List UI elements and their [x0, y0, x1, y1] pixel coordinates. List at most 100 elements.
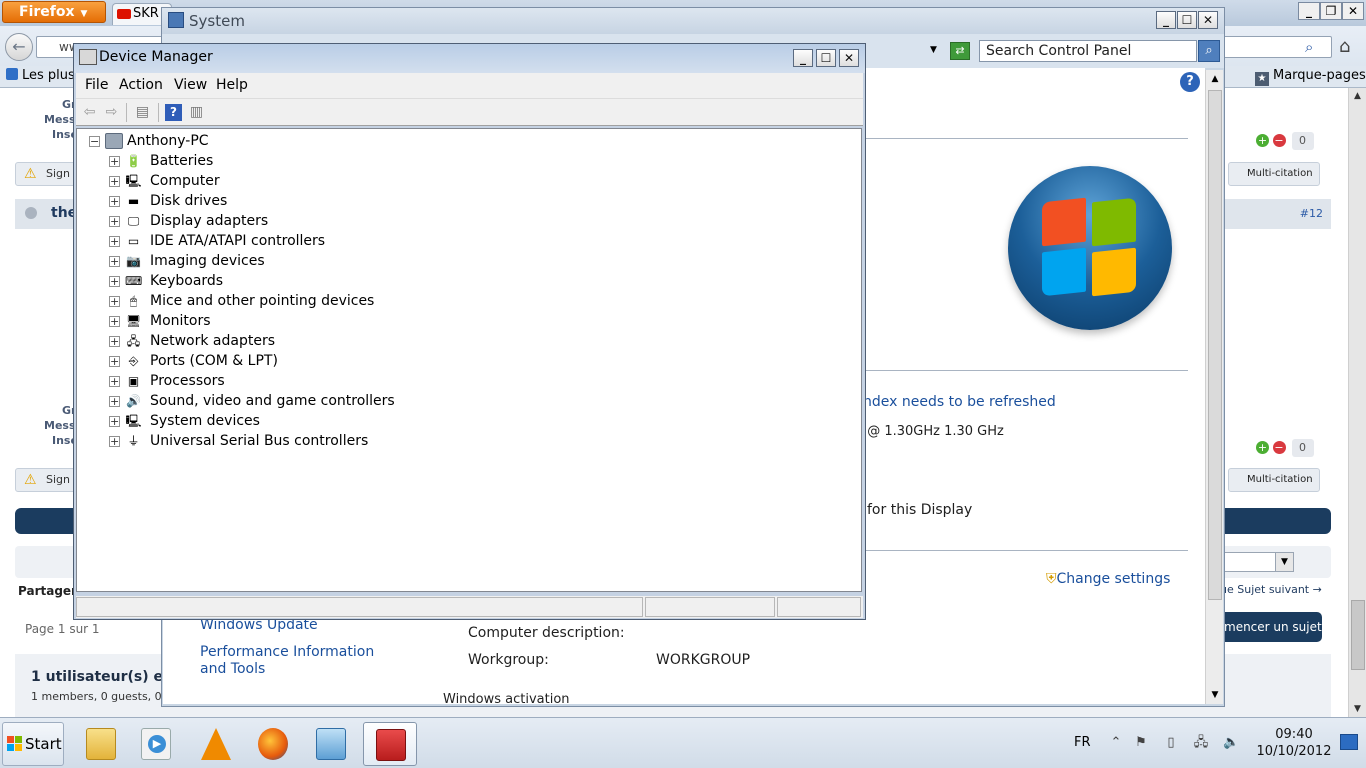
scroll-up-icon[interactable]: ▲ — [1207, 71, 1223, 87]
search-icon[interactable]: ⌕ — [1198, 40, 1220, 62]
reputation-widget: + −0 — [1256, 439, 1314, 457]
firefox-menu-button[interactable]: Firefox ▼ — [2, 1, 106, 23]
menu-help[interactable]: Help — [216, 77, 248, 93]
workgroup-value: WORKGROUP — [656, 652, 751, 668]
media-player-icon[interactable]: ▶ — [129, 722, 183, 766]
home-icon[interactable]: ⌂ — [1339, 36, 1350, 57]
back-arrow-icon: ← — [12, 37, 26, 56]
network-icon[interactable]: 🖧 — [1193, 735, 1209, 751]
menu-action[interactable]: Action — [119, 77, 163, 93]
performance-info-link[interactable]: Performance Information and Tools — [200, 644, 390, 678]
expand-icon[interactable]: + — [109, 236, 120, 247]
menu-file[interactable]: File — [85, 77, 108, 93]
control-panel-icon[interactable] — [304, 722, 358, 766]
jump-select[interactable]: ▼ — [1220, 552, 1294, 572]
multi-quote-button[interactable]: Multi-citation — [1228, 162, 1320, 186]
refresh-icon[interactable]: ⇄ — [950, 42, 970, 60]
volume-icon[interactable]: 🔈 — [1223, 735, 1239, 751]
forward-arrow-icon[interactable]: ⇨ — [103, 104, 120, 121]
scroll-up-icon[interactable]: ▲ — [1349, 88, 1366, 105]
start-button[interactable]: Start — [2, 722, 64, 766]
expand-icon[interactable]: + — [109, 256, 120, 267]
system-scrollbar[interactable]: ▲ ▼ — [1205, 70, 1223, 704]
minus-icon[interactable]: − — [1272, 441, 1286, 454]
vlc-icon[interactable] — [189, 722, 243, 766]
plus-icon[interactable]: + — [1256, 134, 1269, 147]
expand-icon[interactable]: + — [109, 416, 120, 427]
maximize-button[interactable]: ☐ — [816, 49, 836, 67]
display-adapter-icon: 🖵 — [127, 214, 140, 228]
tree-item-label: Monitors — [150, 313, 211, 329]
firefox-icon[interactable] — [246, 722, 300, 766]
expand-icon[interactable]: + — [109, 196, 120, 207]
bookmarks-menu[interactable]: ★ Marque-pages — [1255, 66, 1366, 86]
properties-icon[interactable]: ▥ — [188, 104, 205, 121]
online-users-title: 1 utilisateur(s) en — [31, 669, 173, 685]
maximize-button[interactable]: ☐ — [1177, 11, 1197, 29]
back-arrow-icon[interactable]: ⇦ — [81, 104, 98, 121]
expand-icon[interactable]: + — [109, 436, 120, 447]
search-input[interactable]: Search Control Panel — [979, 40, 1197, 62]
minimize-button[interactable]: _ — [1156, 11, 1176, 29]
help-icon[interactable]: ? — [1180, 72, 1200, 92]
scroll-down-icon[interactable]: ▼ — [1207, 687, 1223, 703]
monitor-icon: 🖥 — [125, 314, 142, 328]
topic-navigation[interactable]: ue Sujet suivant → — [1220, 583, 1322, 596]
page-scrollbar[interactable]: ▲ ▼ — [1348, 88, 1366, 718]
refresh-index-link[interactable]: ndex needs to be refreshed — [863, 394, 1056, 410]
scroll-down-icon[interactable]: ▼ — [1349, 701, 1366, 718]
expand-icon[interactable]: + — [109, 396, 120, 407]
system-titlebar[interactable]: System _ ☐ ✕ — [162, 8, 1224, 34]
language-indicator[interactable]: FR — [1074, 735, 1091, 750]
chevron-down-icon[interactable]: ▼ — [930, 45, 937, 55]
scroll-thumb[interactable] — [1351, 600, 1365, 670]
chevron-down-icon: ▼ — [80, 9, 88, 19]
device-tree[interactable]: − Anthony-PC + 🔋 Batteries + 🖳 Computer + ▬ Disk… — [76, 128, 862, 592]
windows-flag-icon — [1042, 197, 1138, 297]
expand-icon[interactable]: + — [109, 176, 120, 187]
expand-icon[interactable]: + — [109, 316, 120, 327]
close-button[interactable]: ✕ — [839, 49, 859, 67]
device-manager-titlebar[interactable]: Device Manager _ ☐ ✕ — [74, 44, 865, 73]
multi-quote-button[interactable]: Multi-citation — [1228, 468, 1320, 492]
windows-explorer-icon[interactable] — [74, 722, 128, 766]
minimize-button[interactable]: _ — [793, 49, 813, 67]
collapse-icon[interactable]: − — [89, 136, 100, 147]
tree-item-label: Mice and other pointing devices — [150, 293, 375, 309]
keyboard-icon: ⌨ — [125, 274, 143, 288]
bookmark-most-visited[interactable]: Les plus — [6, 66, 75, 86]
post-number[interactable]: #12 — [1300, 207, 1323, 220]
scroll-thumb[interactable] — [1208, 90, 1222, 600]
clock[interactable]: 09:40 10/10/2012 — [1254, 726, 1334, 760]
expand-icon[interactable]: + — [109, 356, 120, 367]
minimize-button[interactable]: _ — [1298, 2, 1320, 20]
toolbar-separator — [158, 103, 159, 122]
expand-icon[interactable]: + — [109, 376, 120, 387]
expand-icon[interactable]: + — [109, 276, 120, 287]
change-settings-label: Change settings — [1056, 571, 1171, 587]
flag-icon[interactable]: ⚑ — [1133, 735, 1149, 751]
restore-button[interactable]: ❐ — [1320, 2, 1342, 20]
help-icon[interactable]: ? — [165, 104, 182, 121]
menu-view[interactable]: View — [174, 77, 207, 93]
window-title: System — [189, 12, 245, 30]
show-desktop-button[interactable] — [1340, 734, 1358, 750]
workgroup-label: Workgroup: — [468, 652, 549, 668]
device-manager-icon[interactable] — [363, 722, 417, 766]
change-settings-link[interactable]: ⛨Change settings — [1046, 571, 1170, 587]
close-button[interactable]: ✕ — [1342, 2, 1364, 20]
expand-icon[interactable]: + — [109, 296, 120, 307]
search-icon[interactable]: ⌕ — [1305, 38, 1313, 56]
back-button[interactable]: ← — [5, 33, 33, 61]
plus-icon[interactable]: + — [1256, 441, 1269, 454]
expand-icon[interactable]: + — [109, 216, 120, 227]
close-button[interactable]: ✕ — [1198, 11, 1218, 29]
new-topic-button[interactable]: mencer un sujet — [1220, 612, 1322, 642]
chevron-up-icon[interactable]: ⌃ — [1108, 735, 1124, 751]
show-hide-tree-icon[interactable]: ▤ — [134, 104, 151, 121]
expand-icon[interactable]: + — [109, 156, 120, 167]
report-label: Sign — [46, 167, 70, 180]
expand-icon[interactable]: + — [109, 336, 120, 347]
minus-icon[interactable]: − — [1272, 134, 1286, 147]
battery-icon[interactable]: ▯ — [1163, 735, 1179, 751]
